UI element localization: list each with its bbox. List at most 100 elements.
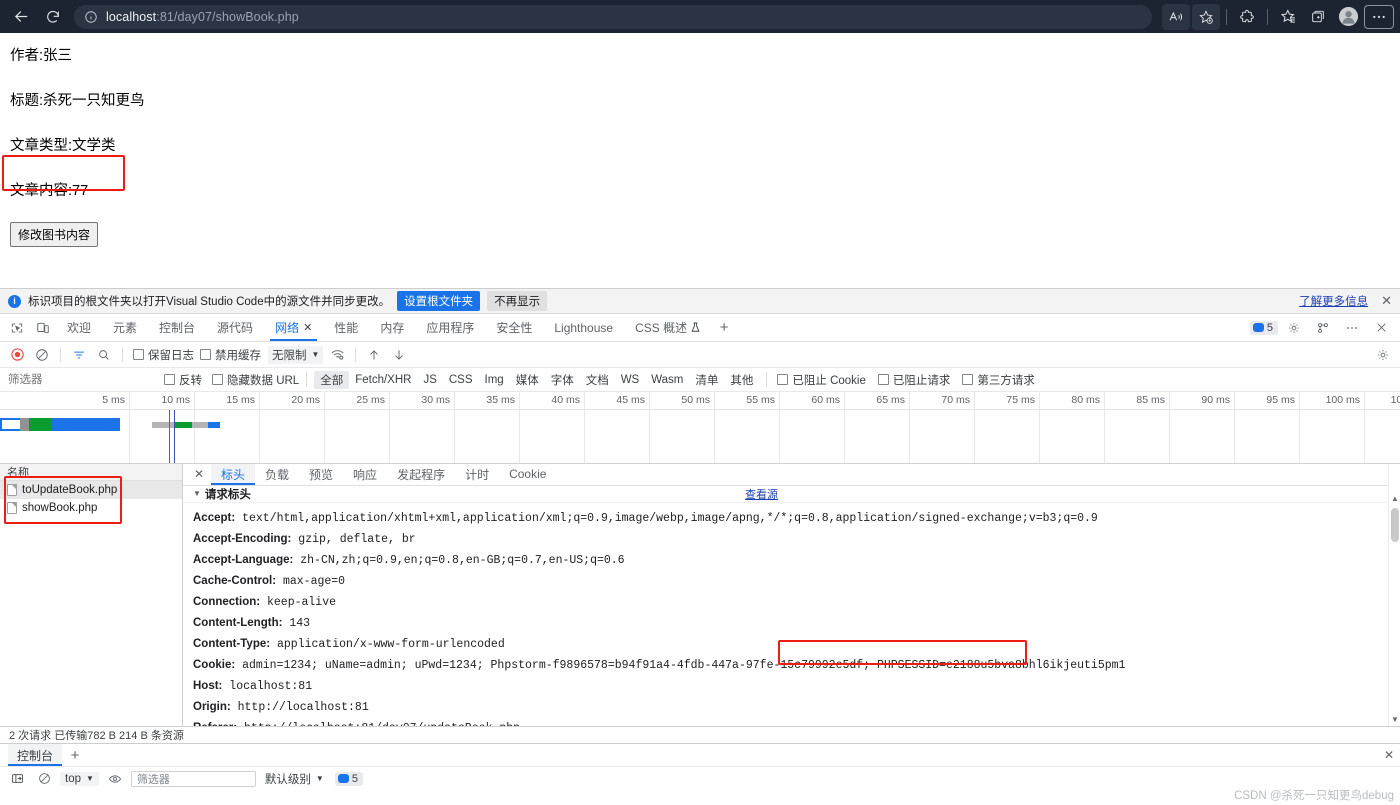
execution-context-dropdown[interactable]: top ▼ — [60, 771, 99, 786]
add-panel-button[interactable]: + — [711, 314, 737, 341]
tab-lighthouse[interactable]: Lighthouse — [543, 314, 624, 341]
filter-type-other[interactable]: 其他 — [724, 371, 759, 389]
tab-application[interactable]: 应用程序 — [415, 314, 485, 341]
message-count-badge[interactable]: 5 — [1249, 320, 1278, 335]
add-favorite-icon[interactable] — [1192, 3, 1220, 30]
throttling-dropdown[interactable]: 无限制 ▼ — [268, 345, 324, 364]
tab-welcome[interactable]: 欢迎 — [56, 314, 102, 341]
request-row-toupdatebook[interactable]: toUpdateBook.php — [0, 481, 182, 499]
blocked-cookies-checkbox[interactable]: 已阻止 Cookie — [777, 372, 866, 388]
infobar-close-icon[interactable]: ✕ — [1381, 293, 1392, 309]
extensions-icon[interactable] — [1233, 4, 1261, 30]
tick-label: 70 ms — [941, 394, 970, 406]
tab-network[interactable]: 网络 ✕ — [264, 314, 323, 341]
filter-type-doc[interactable]: 文档 — [580, 371, 615, 389]
tab-performance[interactable]: 性能 — [323, 314, 369, 341]
collections-icon[interactable] — [1304, 4, 1332, 30]
console-message-badge[interactable]: 5 — [334, 771, 363, 786]
address-bar[interactable]: localhost:81/day07/showBook.php — [74, 4, 1152, 29]
close-devtools-icon[interactable] — [1368, 321, 1394, 334]
caret-down-icon: ▼ — [193, 489, 201, 499]
settings-more-icon[interactable] — [1364, 4, 1394, 29]
checkbox-box — [877, 374, 889, 385]
detail-tab-headers[interactable]: 标头 — [211, 464, 256, 485]
reload-button[interactable] — [38, 4, 68, 30]
close-detail-icon[interactable]: ✕ — [187, 464, 211, 485]
third-party-checkbox[interactable]: 第三方请求 — [962, 372, 1035, 388]
gear-icon[interactable] — [1281, 321, 1307, 335]
search-icon[interactable] — [93, 344, 115, 366]
disable-cache-checkbox[interactable]: 禁用缓存 — [200, 347, 261, 363]
read-aloud-icon[interactable] — [1162, 3, 1190, 30]
clear-button[interactable] — [31, 344, 53, 366]
tick-label: 20 ms — [291, 394, 320, 406]
dont-show-again-button[interactable]: 不再显示 — [487, 291, 548, 311]
tab-console[interactable]: 控制台 — [148, 314, 206, 341]
filter-type-fetch-xhr[interactable]: Fetch/XHR — [349, 373, 417, 387]
blocked-requests-checkbox[interactable]: 已阻止请求 — [877, 372, 950, 388]
filter-type-js[interactable]: JS — [417, 373, 442, 387]
record-button[interactable] — [6, 344, 28, 366]
view-source-link[interactable]: 查看源 — [745, 486, 1378, 502]
learn-more-link[interactable]: 了解更多信息 — [1299, 293, 1368, 309]
import-har-icon[interactable] — [363, 344, 385, 366]
request-headers-section[interactable]: ▼ 请求标头 查看源 — [183, 486, 1388, 504]
scroll-up-arrow-icon[interactable]: ▲ — [1391, 494, 1399, 503]
detail-scrollbar[interactable]: ▲ ▼ — [1388, 464, 1400, 726]
tab-memory[interactable]: 内存 — [369, 314, 415, 341]
hide-data-urls-checkbox[interactable]: 隐藏数据 URL — [212, 372, 299, 388]
filter-type-css[interactable]: CSS — [443, 373, 479, 387]
drawer-tab-console[interactable]: 控制台 — [8, 744, 63, 766]
header-value: localhost:81 — [229, 680, 313, 694]
network-settings-gear-icon[interactable] — [1372, 344, 1394, 366]
network-status-bar: 2 次请求 已传输782 B 214 B 条资源 — [0, 726, 1400, 743]
detail-tab-initiator[interactable]: 发起程序 — [387, 464, 455, 485]
favorites-icon[interactable] — [1274, 4, 1302, 30]
detail-tab-response[interactable]: 响应 — [343, 464, 387, 485]
more-options-icon[interactable] — [1339, 321, 1365, 335]
clear-console-icon[interactable] — [33, 768, 55, 790]
filter-type-ws[interactable]: WS — [615, 373, 646, 387]
detail-tab-preview[interactable]: 预览 — [299, 464, 343, 485]
back-button[interactable] — [6, 4, 36, 30]
filter-type-all[interactable]: 全部 — [314, 370, 350, 389]
set-root-folder-button[interactable]: 设置根文件夹 — [397, 291, 481, 311]
preserve-log-checkbox[interactable]: 保留日志 — [133, 347, 194, 363]
filter-type-manifest[interactable]: 清单 — [689, 371, 724, 389]
header-row: Cache-Control: max-age=0 — [193, 571, 1388, 592]
profile-avatar[interactable] — [1334, 4, 1362, 30]
network-timeline-overview[interactable]: 5 ms 10 ms 15 ms 20 ms 25 ms 30 ms 35 ms… — [0, 392, 1400, 464]
drawer-close-icon[interactable]: ✕ — [1384, 748, 1394, 762]
filter-icon[interactable] — [68, 344, 90, 366]
tab-elements[interactable]: 元素 — [102, 314, 148, 341]
site-info-icon[interactable] — [84, 10, 98, 24]
detail-tab-payload[interactable]: 负载 — [255, 464, 299, 485]
inspect-element-icon[interactable] — [4, 314, 30, 341]
detail-tab-cookie[interactable]: Cookie — [499, 464, 556, 485]
scrollbar-thumb[interactable] — [1391, 508, 1399, 542]
console-toolbar: top ▼ 筛选器 默认级别 ▼ 5 CSDN @杀死一只知更鸟debug — [0, 767, 1400, 802]
network-conditions-icon[interactable] — [326, 344, 348, 366]
filter-type-font[interactable]: 字体 — [545, 371, 580, 389]
detail-tab-timing[interactable]: 计时 — [455, 464, 499, 485]
console-filter-input[interactable]: 筛选器 — [130, 770, 256, 787]
live-expression-eye-icon[interactable] — [104, 768, 126, 790]
edit-book-button[interactable]: 修改图书内容 — [10, 222, 99, 247]
tab-security[interactable]: 安全性 — [485, 314, 543, 341]
scroll-down-arrow-icon[interactable]: ▼ — [1391, 715, 1399, 724]
close-icon[interactable]: ✕ — [303, 321, 312, 334]
console-sidebar-icon[interactable] — [6, 768, 28, 790]
request-row-showbook[interactable]: showBook.php — [0, 499, 182, 517]
filter-input[interactable] — [6, 372, 161, 387]
filter-type-media[interactable]: 媒体 — [510, 371, 545, 389]
device-toolbar-icon[interactable] — [30, 314, 56, 341]
tab-css-overview[interactable]: CSS 概述 — [624, 314, 711, 341]
export-har-icon[interactable] — [388, 344, 410, 366]
invert-checkbox[interactable]: 反转 — [164, 372, 202, 388]
filter-type-img[interactable]: Img — [479, 373, 510, 387]
drawer-add-tab-button[interactable]: + — [62, 744, 88, 766]
tab-sources[interactable]: 源代码 — [206, 314, 264, 341]
devices-icon[interactable] — [1310, 321, 1336, 335]
log-level-dropdown[interactable]: 默认级别 ▼ — [265, 771, 324, 787]
filter-type-wasm[interactable]: Wasm — [645, 373, 689, 387]
